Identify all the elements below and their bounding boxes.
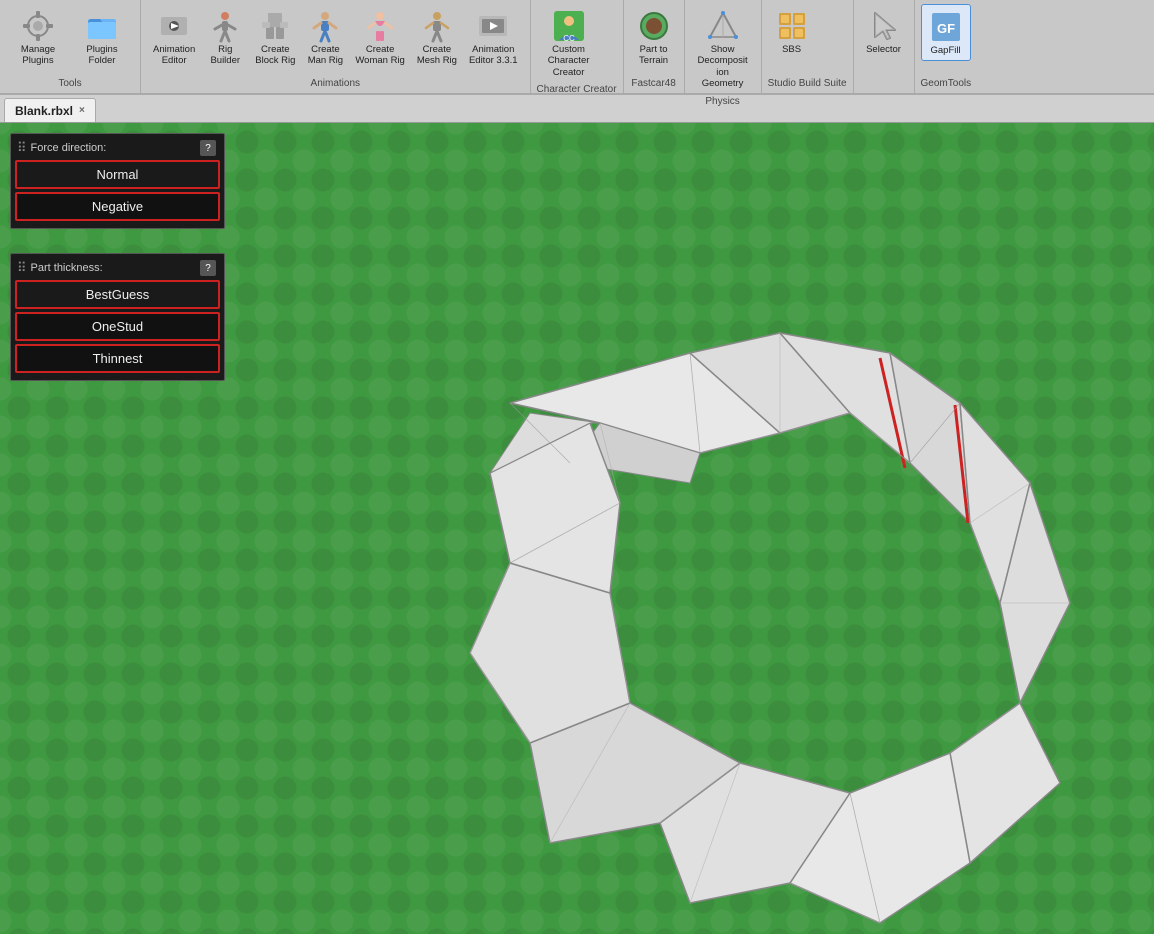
animation-editor2-button[interactable]: AnimationEditor 3.3.1 <box>463 4 524 71</box>
toolbar-group-fastcar: Part toTerrain Fastcar48 <box>624 0 685 93</box>
create-block-rig-button[interactable]: CreateBlock Rig <box>249 4 301 71</box>
toolbar-group-cc: CC Custom CharacterCreator Character Cre… <box>531 0 624 93</box>
geomtools-group-label: GeomTools <box>921 78 972 91</box>
selector-icon <box>866 8 902 44</box>
create-block-rig-icon <box>257 8 293 44</box>
custom-character-creator-label: Custom CharacterCreator <box>543 44 595 78</box>
animation-editor2-label: AnimationEditor 3.3.1 <box>469 44 518 67</box>
selector-group-label <box>860 89 908 91</box>
animations-group-label: Animations <box>147 78 524 91</box>
plugins-folder-button[interactable]: Plugins Folder <box>70 4 134 71</box>
toolbar-group-animations: AnimationEditor RigBuilder <box>141 0 531 93</box>
cc-group-label: Character Creator <box>537 84 617 97</box>
svg-text:CC: CC <box>563 34 575 43</box>
create-woman-rig-icon <box>362 8 398 44</box>
blank-rbxl-tab[interactable]: Blank.rbxl × <box>4 98 96 122</box>
create-block-rig-label: CreateBlock Rig <box>255 44 295 67</box>
force-panel-title: ⠿ Force direction: ? <box>15 138 220 160</box>
animation-editor-button[interactable]: AnimationEditor <box>147 4 201 71</box>
animation-editor2-icon <box>475 8 511 44</box>
create-mesh-rig-label: CreateMesh Rig <box>417 44 457 67</box>
sbs-icon <box>774 8 810 44</box>
tab-close-button[interactable]: × <box>79 105 85 116</box>
gapfill-button[interactable]: GF GapFill <box>921 4 971 61</box>
tab-label: Blank.rbxl <box>15 104 73 118</box>
rig-builder-label: RigBuilder <box>210 44 240 67</box>
manage-plugins-label: Manage Plugins <box>12 44 64 67</box>
create-man-rig-icon <box>307 8 343 44</box>
create-mesh-rig-icon <box>419 8 455 44</box>
create-man-rig-label: CreateMan Rig <box>308 44 343 67</box>
part-thickness-panel: ⠿ Part thickness: ? BestGuess OneStud Th… <box>10 253 225 381</box>
svg-text:GF: GF <box>937 21 955 36</box>
create-woman-rig-label: CreateWoman Rig <box>355 44 404 67</box>
plugins-folder-label: Plugins Folder <box>76 44 128 67</box>
manage-plugins-icon <box>20 8 56 44</box>
create-mesh-rig-button[interactable]: CreateMesh Rig <box>411 4 463 71</box>
part-to-terrain-icon <box>636 8 672 44</box>
tools-group-label: Tools <box>6 78 134 91</box>
bestguess-button[interactable]: BestGuess <box>15 280 220 309</box>
sbs-button[interactable]: SBS <box>768 4 816 59</box>
show-decomp-icon <box>705 8 741 44</box>
force-panel-title-label: Force direction: <box>31 142 107 154</box>
thickness-panel-title-label: Part thickness: <box>31 262 103 274</box>
force-direction-panel: ⠿ Force direction: ? Normal Negative <box>10 133 225 229</box>
selector-label: Selector <box>866 44 901 55</box>
manage-plugins-button[interactable]: Manage Plugins <box>6 4 70 71</box>
sbs-label: SBS <box>782 44 801 55</box>
physics-group-label: Physics <box>691 96 755 109</box>
toolbar-group-tools: Manage Plugins Plugins Folder Tools <box>0 0 141 93</box>
force-panel-help-button[interactable]: ? <box>200 140 216 156</box>
custom-character-creator-button[interactable]: CC Custom CharacterCreator <box>537 4 601 82</box>
toolbar-group-physics: Show DecompositionGeometry Physics <box>685 0 762 93</box>
custom-character-creator-icon: CC <box>551 8 587 44</box>
animation-editor-icon <box>156 8 192 44</box>
thickness-panel-title: ⠿ Part thickness: ? <box>15 258 220 280</box>
rig-builder-button[interactable]: RigBuilder <box>201 4 249 71</box>
animation-editor-label: AnimationEditor <box>153 44 195 67</box>
normal-button[interactable]: Normal <box>15 160 220 189</box>
part-to-terrain-button[interactable]: Part toTerrain <box>630 4 678 71</box>
negative-button[interactable]: Negative <box>15 192 220 221</box>
toolbar-group-selector: Selector <box>854 0 915 93</box>
onestud-button[interactable]: OneStud <box>15 312 220 341</box>
main-canvas: ⠿ Force direction: ? Normal Negative ⠿ P… <box>0 123 1154 934</box>
part-to-terrain-label: Part toTerrain <box>639 44 668 67</box>
toolbar: Manage Plugins Plugins Folder Tools <box>0 0 1154 95</box>
toolbar-group-sbs: SBS Studio Build Suite <box>762 0 854 93</box>
sbs-group-label: Studio Build Suite <box>768 78 847 91</box>
tabbar: Blank.rbxl × <box>0 95 1154 123</box>
rig-builder-icon <box>207 8 243 44</box>
gapfill-icon: GF <box>928 9 964 45</box>
show-decomp-button[interactable]: Show DecompositionGeometry <box>691 4 755 94</box>
gapfill-label: GapFill <box>930 45 960 56</box>
selector-button[interactable]: Selector <box>860 4 908 59</box>
thinnest-button[interactable]: Thinnest <box>15 344 220 373</box>
force-panel-grip: ⠿ <box>17 140 27 156</box>
show-decomp-label: Show DecompositionGeometry <box>697 44 749 90</box>
toolbar-group-geomtools: GF GapFill GeomTools <box>915 0 978 93</box>
thickness-panel-help-button[interactable]: ? <box>200 260 216 276</box>
canvas-background <box>0 123 1154 934</box>
plugins-folder-icon <box>84 8 120 44</box>
thickness-panel-grip: ⠿ <box>17 260 27 276</box>
create-woman-rig-button[interactable]: CreateWoman Rig <box>349 4 410 71</box>
create-man-rig-button[interactable]: CreateMan Rig <box>301 4 349 71</box>
fastcar-group-label: Fastcar48 <box>630 78 678 91</box>
